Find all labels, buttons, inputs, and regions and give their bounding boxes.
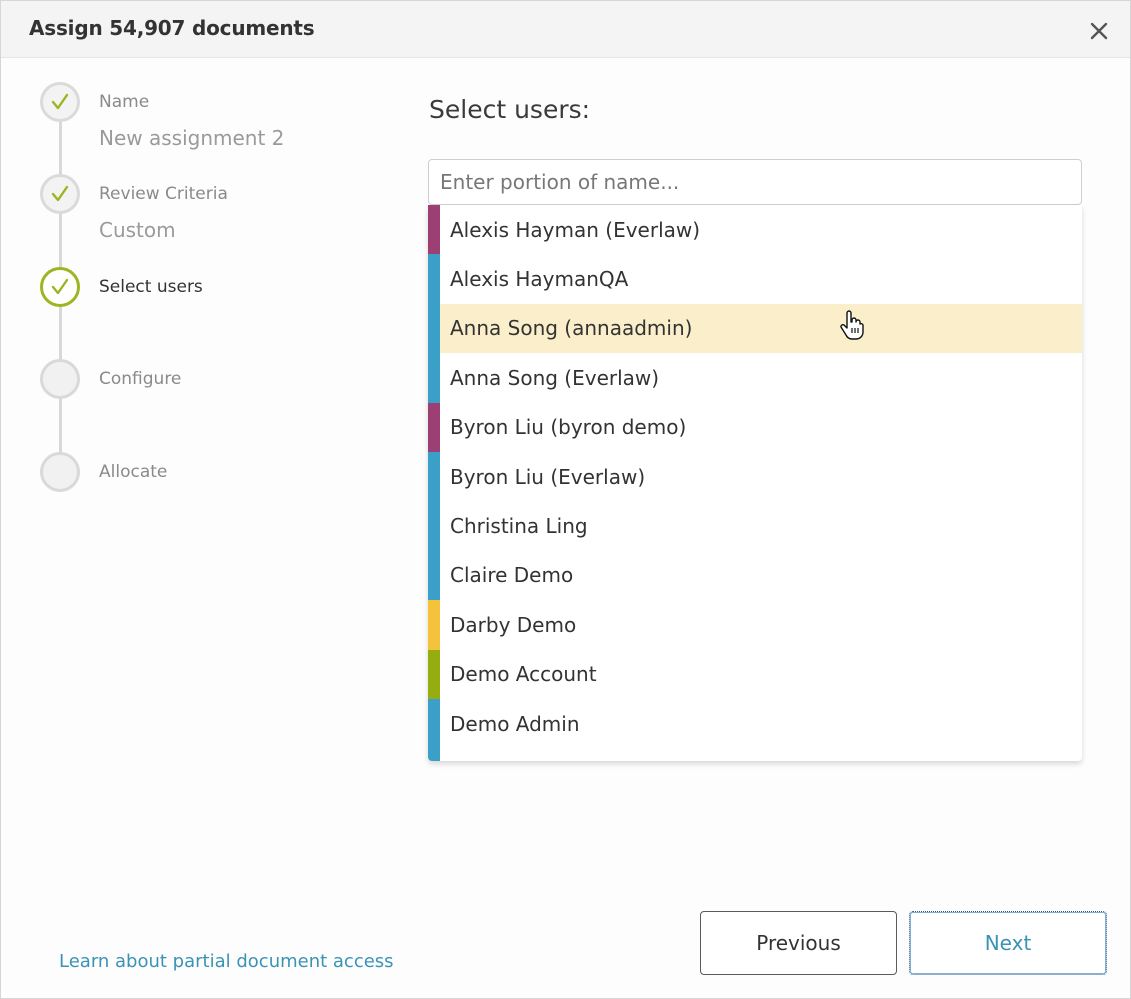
user-color-bar xyxy=(428,254,440,304)
user-search-input[interactable] xyxy=(428,159,1082,205)
step-connector xyxy=(59,398,62,454)
user-color-bar xyxy=(428,303,440,354)
user-color-bar xyxy=(428,353,440,403)
user-color-bar xyxy=(428,501,440,551)
step-configure-circle xyxy=(40,359,80,399)
step-name-label: Name xyxy=(99,92,150,112)
user-list-item[interactable]: Claire Demo xyxy=(428,550,1082,601)
user-color-bar xyxy=(428,748,440,761)
user-color-bar xyxy=(428,600,440,650)
next-button[interactable]: Next xyxy=(909,911,1107,975)
user-list-item[interactable]: Demo Admin xyxy=(428,698,1082,749)
user-list-item[interactable] xyxy=(428,748,1082,761)
step-connector xyxy=(59,213,62,269)
user-name-label: Claire Demo xyxy=(450,563,574,588)
previous-button[interactable]: Previous xyxy=(700,911,897,975)
user-name-label: Anna Song (annaadmin) xyxy=(450,316,693,341)
user-color-bar xyxy=(428,649,440,699)
user-list-item[interactable]: Christina Ling xyxy=(428,501,1082,551)
user-list-item[interactable]: Anna Song (annaadmin) xyxy=(428,303,1082,354)
select-users-heading: Select users: xyxy=(429,95,591,124)
dialog-title: Assign 54,907 documents xyxy=(29,16,315,40)
user-list-item[interactable]: Demo Account xyxy=(428,649,1082,699)
step-connector xyxy=(59,121,62,177)
user-name-label: Christina Ling xyxy=(450,514,588,539)
step-select-users-check-icon xyxy=(40,267,80,307)
user-color-bar xyxy=(428,550,440,601)
step-allocate-label: Allocate xyxy=(99,462,168,482)
step-connector xyxy=(59,306,62,362)
user-name-label: Anna Song (Everlaw) xyxy=(450,365,660,390)
user-color-bar xyxy=(428,402,440,452)
user-color-bar xyxy=(428,205,440,255)
dialog-titlebar: Assign 54,907 documents xyxy=(1,1,1130,58)
user-list-item[interactable]: Byron Liu (Everlaw) xyxy=(428,451,1082,502)
user-dropdown-list[interactable]: Alexis Hayman (Everlaw) Alexis HaymanQA An… xyxy=(428,205,1082,761)
user-name-label: Alexis HaymanQA xyxy=(450,267,629,292)
step-review-criteria-label: Review Criteria xyxy=(99,184,228,204)
user-name-label: Demo Account xyxy=(450,662,597,687)
user-color-bar xyxy=(428,451,440,502)
user-name-label: Darby Demo xyxy=(450,612,577,637)
assign-dialog: Assign 54,907 documents Name New assignm… xyxy=(0,0,1131,999)
user-list-item[interactable]: Anna Song (Everlaw) xyxy=(428,353,1082,403)
step-review-criteria-value: Custom xyxy=(99,218,176,242)
user-color-bar xyxy=(428,698,440,749)
hand-cursor-icon xyxy=(839,310,865,344)
learn-partial-access-link[interactable]: Learn about partial document access xyxy=(59,951,394,972)
step-name-check-icon[interactable] xyxy=(40,82,80,122)
user-name-label: Byron Liu (byron demo) xyxy=(450,415,687,440)
close-icon[interactable] xyxy=(1085,17,1113,45)
step-select-users-label: Select users xyxy=(99,277,203,297)
user-list-item[interactable]: Alexis Hayman (Everlaw) xyxy=(428,205,1082,255)
user-name-label: Byron Liu (Everlaw) xyxy=(450,464,646,489)
step-configure-label: Configure xyxy=(99,369,182,389)
step-allocate-circle xyxy=(40,452,80,492)
step-review-criteria-check-icon[interactable] xyxy=(40,174,80,214)
user-list-item[interactable]: Byron Liu (byron demo) xyxy=(428,402,1082,452)
user-name-label: Alexis Hayman (Everlaw) xyxy=(450,217,701,242)
user-name-label: Demo Admin xyxy=(450,711,580,736)
user-list-item[interactable]: Darby Demo xyxy=(428,600,1082,650)
user-list-item[interactable]: Alexis HaymanQA xyxy=(428,254,1082,304)
step-name-value: New assignment 2 xyxy=(99,126,285,150)
